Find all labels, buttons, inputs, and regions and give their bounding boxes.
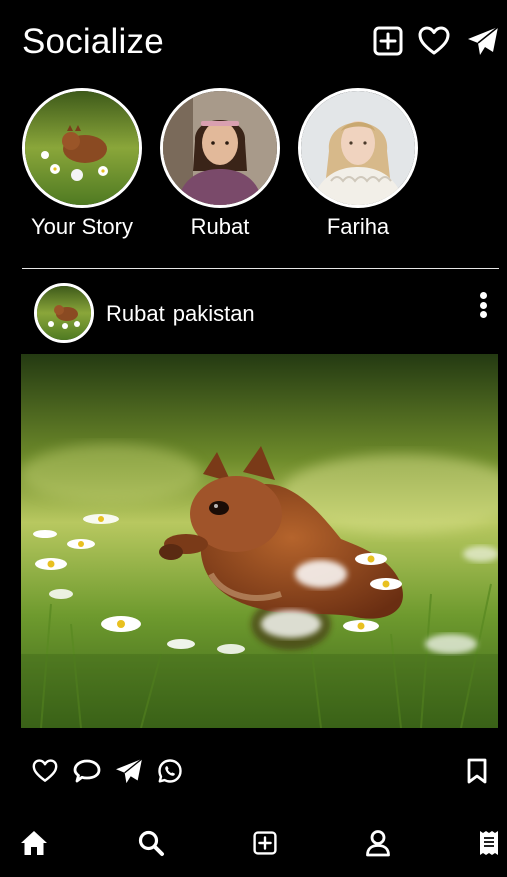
story-name: Your Story: [31, 214, 133, 239]
heart-icon[interactable]: [417, 24, 451, 58]
home-icon[interactable]: [17, 826, 51, 860]
story-your-story[interactable]: Your Story: [20, 88, 144, 240]
comment-icon[interactable]: [72, 756, 102, 786]
app-title: Socialize: [22, 22, 164, 61]
share-send-icon[interactable]: [114, 756, 144, 786]
post-actions: [0, 752, 507, 792]
whatsapp-icon[interactable]: [155, 756, 185, 786]
receipt-icon[interactable]: [472, 826, 506, 860]
search-icon[interactable]: [134, 826, 168, 860]
bookmark-icon[interactable]: [462, 756, 492, 786]
add-post-icon[interactable]: [371, 24, 405, 58]
bottom-nav: [0, 822, 507, 866]
add-post-icon[interactable]: [248, 826, 282, 860]
divider: [22, 268, 499, 269]
post-header: Rubat pakistan: [0, 280, 507, 346]
app-header: Socialize: [0, 0, 507, 86]
story-avatar: [298, 88, 418, 208]
story-name: Fariha: [326, 214, 390, 239]
profile-icon[interactable]: [361, 826, 395, 860]
story-avatar: [22, 88, 142, 208]
post-username: Rubat: [106, 301, 165, 326]
more-options-icon[interactable]: [472, 290, 494, 320]
story-avatar: [160, 88, 280, 208]
stories-row: Your Story Rubat Fariha: [0, 88, 507, 248]
story-name: Rubat: [190, 214, 250, 239]
post-user[interactable]: Rubat pakistan: [106, 301, 255, 327]
post-avatar[interactable]: [34, 283, 94, 343]
post-location: pakistan: [172, 301, 255, 326]
story-rubat[interactable]: Rubat: [158, 88, 282, 240]
story-fariha[interactable]: Fariha: [296, 88, 420, 240]
send-icon[interactable]: [466, 24, 500, 58]
post-image[interactable]: [21, 354, 498, 728]
like-heart-icon[interactable]: [30, 756, 60, 786]
